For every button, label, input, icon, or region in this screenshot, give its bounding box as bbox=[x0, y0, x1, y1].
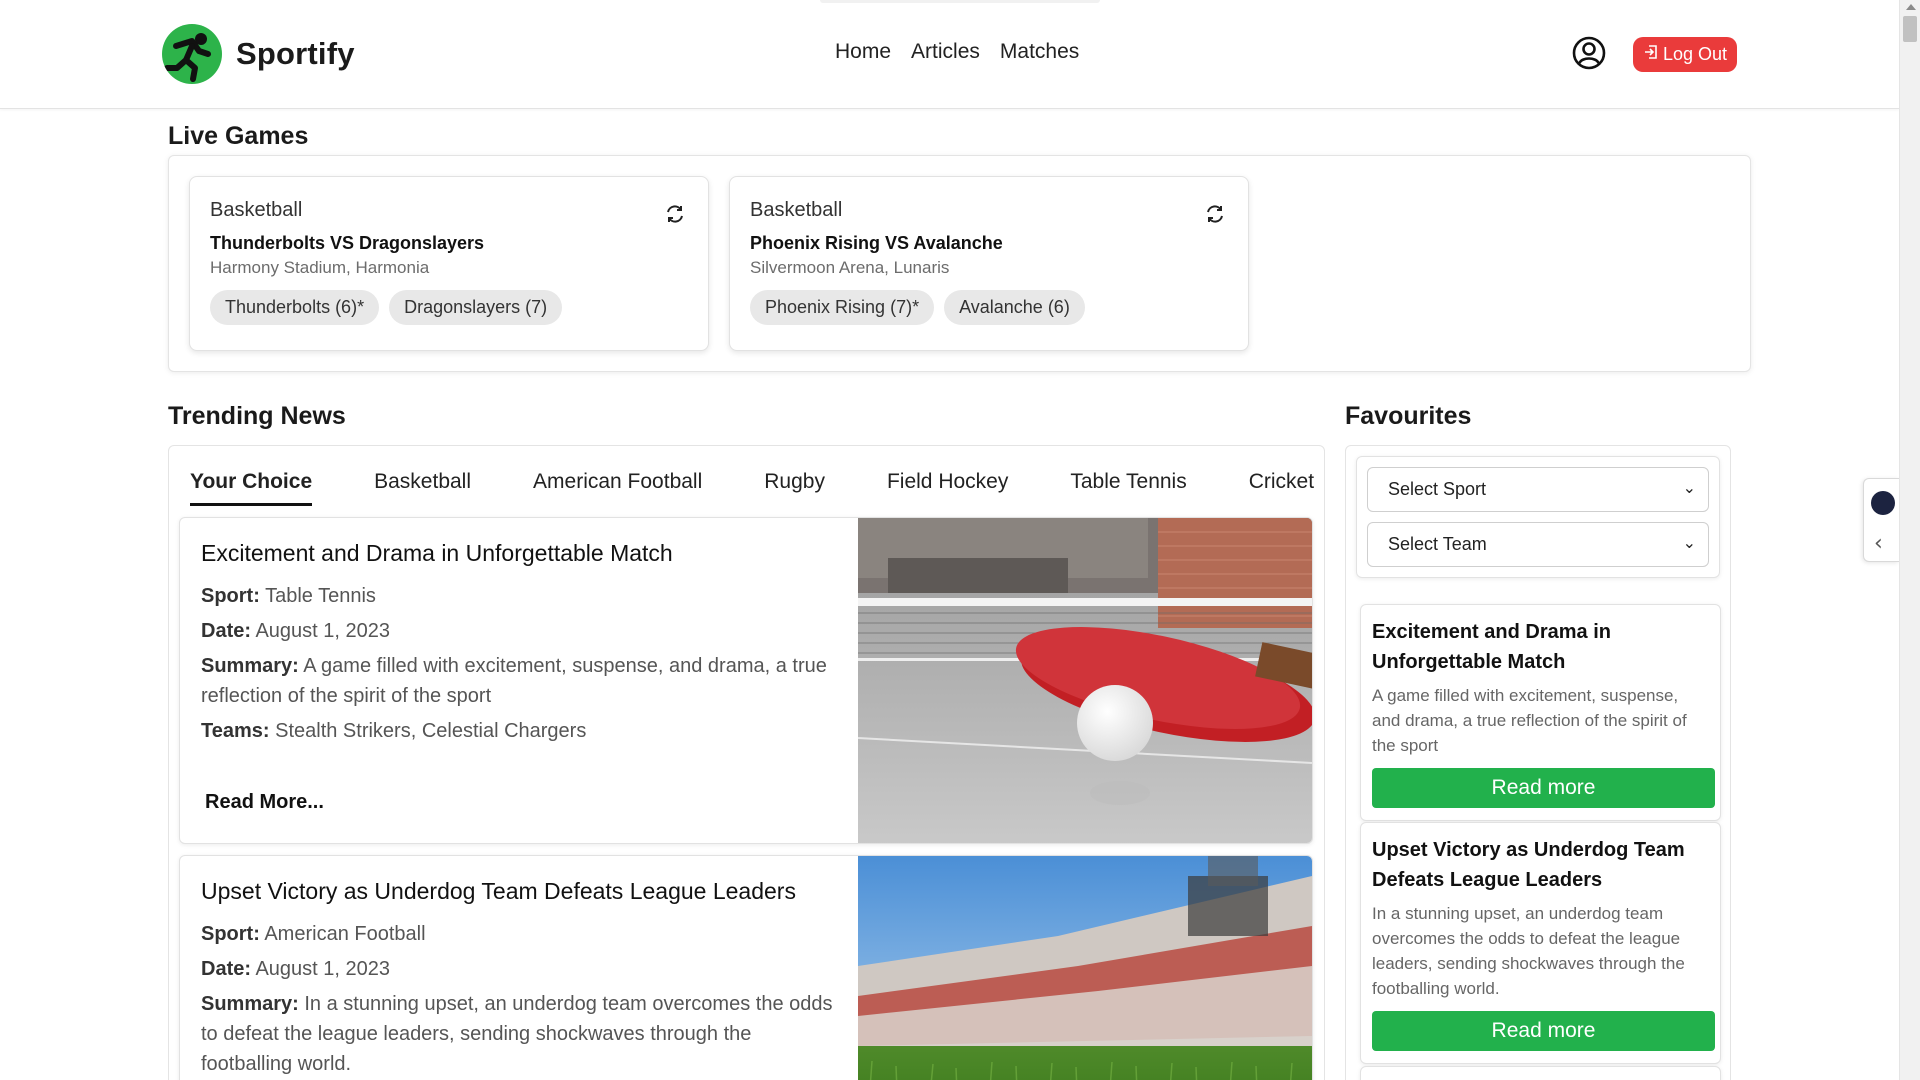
side-panel-toggle[interactable]: ‹ bbox=[1863, 478, 1899, 562]
game-venue: Harmony Stadium, Harmonia bbox=[210, 258, 430, 277]
select-team-value: Select Team bbox=[1388, 534, 1487, 554]
sport-tabs: Your Choice Basketball American Football… bbox=[190, 470, 1314, 506]
teams-value: Stealth Strikers, Celestial Chargers bbox=[275, 720, 587, 742]
tab-american-football[interactable]: American Football bbox=[533, 470, 702, 506]
favourite-title: Excitement and Drama in Unforgettable Ma… bbox=[1372, 621, 1611, 673]
top-pill bbox=[820, 0, 1100, 3]
runner-logo-icon bbox=[162, 24, 222, 84]
trending-news-panel: Your Choice Basketball American Football… bbox=[168, 445, 1325, 1080]
news-article-card: Excitement and Drama in Unforgettable Ma… bbox=[179, 517, 1313, 844]
game-sport: Basketball bbox=[750, 199, 843, 221]
tab-table-tennis[interactable]: Table Tennis bbox=[1070, 470, 1186, 506]
article-teams: Teams: Stealth Strikers, Celestial Charg… bbox=[201, 716, 839, 746]
read-more-button[interactable]: Read more bbox=[1372, 768, 1715, 808]
article-title: Upset Victory as Underdog Team Defeats L… bbox=[201, 878, 796, 904]
scroll-up-arrow-icon[interactable] bbox=[1906, 4, 1916, 10]
main-nav: Home Articles Matches bbox=[835, 40, 1079, 64]
game-venue: Silvermoon Arena, Lunaris bbox=[750, 258, 950, 277]
favourites-filters: Select Sport ⌄ Select Team ⌄ bbox=[1356, 456, 1720, 578]
navbar: Sportify Home Articles Matches Log Out bbox=[0, 0, 1899, 109]
article-image bbox=[858, 856, 1312, 1080]
sport-value: Table Tennis bbox=[265, 585, 376, 607]
read-more-button[interactable]: Read more bbox=[1372, 1011, 1715, 1051]
chevron-down-icon: ⌄ bbox=[1682, 533, 1696, 552]
logout-label: Log Out bbox=[1663, 44, 1728, 64]
article-sport: Sport: Table Tennis bbox=[201, 581, 839, 611]
article-image bbox=[858, 518, 1312, 843]
select-sport-dropdown[interactable]: Select Sport ⌄ bbox=[1367, 467, 1709, 512]
summary-label: Summary: bbox=[201, 993, 299, 1015]
tab-field-hockey[interactable]: Field Hockey bbox=[887, 470, 1008, 506]
date-label: Date: bbox=[201, 620, 252, 642]
date-value: August 1, 2023 bbox=[255, 620, 391, 642]
nav-articles-link[interactable]: Articles bbox=[911, 40, 980, 64]
favourite-news-card: Excitement and Drama in Unforgettable Ma… bbox=[1360, 604, 1721, 821]
sport-label: Sport: bbox=[201, 923, 260, 945]
team-score-chip: Phoenix Rising (7)* bbox=[750, 290, 935, 325]
chevron-left-icon: ‹ bbox=[1874, 531, 1883, 556]
favourite-news-card bbox=[1360, 1066, 1721, 1080]
article-summary: Summary: In a stunning upset, an underdo… bbox=[201, 989, 839, 1079]
logout-icon bbox=[1643, 44, 1659, 65]
news-article-card: Upset Victory as Underdog Team Defeats L… bbox=[179, 855, 1313, 1080]
tab-your-choice[interactable]: Your Choice bbox=[190, 470, 313, 506]
team-score-chip: Dragonslayers (7) bbox=[389, 290, 563, 325]
assistant-icon bbox=[1871, 491, 1895, 515]
user-circle-icon[interactable] bbox=[1572, 36, 1606, 70]
team-score-chip: Thunderbolts (6)* bbox=[210, 290, 380, 325]
article-date: Date: August 1, 2023 bbox=[201, 954, 839, 984]
tab-cricket[interactable]: Cricket bbox=[1249, 470, 1314, 506]
live-games-panel: Basketball Thunderbolts VS Dragonslayers… bbox=[168, 155, 1751, 372]
live-games-title: Live Games bbox=[168, 122, 309, 150]
nav-home-link[interactable]: Home bbox=[835, 40, 891, 64]
team-score-chip: Avalanche (6) bbox=[944, 290, 1085, 325]
scroll-thumb[interactable] bbox=[1903, 16, 1917, 42]
brand[interactable]: Sportify bbox=[162, 24, 355, 84]
sport-label: Sport: bbox=[201, 585, 260, 607]
favourite-summary: In a stunning upset, an underdog team ov… bbox=[1372, 904, 1685, 998]
read-more-link[interactable]: Read More... bbox=[205, 791, 324, 814]
game-sport: Basketball bbox=[210, 199, 303, 221]
favourite-title: Upset Victory as Underdog Team Defeats L… bbox=[1372, 839, 1685, 891]
favourite-news-card: Upset Victory as Underdog Team Defeats L… bbox=[1360, 822, 1721, 1064]
favourite-summary: A game filled with excitement, suspense,… bbox=[1372, 686, 1687, 755]
tab-basketball[interactable]: Basketball bbox=[374, 470, 471, 506]
select-team-dropdown[interactable]: Select Team ⌄ bbox=[1367, 522, 1709, 567]
chevron-down-icon: ⌄ bbox=[1682, 478, 1696, 497]
game-matchup: Phoenix Rising VS Avalanche bbox=[750, 233, 1003, 253]
nav-matches-link[interactable]: Matches bbox=[1000, 40, 1079, 64]
article-date: Date: August 1, 2023 bbox=[201, 616, 839, 646]
article-sport: Sport: American Football bbox=[201, 919, 839, 949]
refresh-icon[interactable] bbox=[664, 203, 686, 225]
page-scrollbar[interactable] bbox=[1899, 0, 1920, 1080]
sport-value: American Football bbox=[264, 923, 426, 945]
refresh-icon[interactable] bbox=[1204, 203, 1226, 225]
live-game-card[interactable]: Basketball Phoenix Rising VS Avalanche S… bbox=[729, 176, 1249, 351]
article-summary: Summary: A game filled with excitement, … bbox=[201, 651, 839, 711]
tab-rugby[interactable]: Rugby bbox=[764, 470, 825, 506]
favourites-panel: Select Sport ⌄ Select Team ⌄ Excitement … bbox=[1345, 445, 1731, 1080]
logout-button[interactable]: Log Out bbox=[1633, 37, 1738, 72]
summary-label: Summary: bbox=[201, 655, 299, 677]
date-value: August 1, 2023 bbox=[255, 958, 391, 980]
article-title: Excitement and Drama in Unforgettable Ma… bbox=[201, 540, 673, 566]
teams-label: Teams: bbox=[201, 720, 270, 742]
brand-name: Sportify bbox=[236, 36, 355, 71]
game-matchup: Thunderbolts VS Dragonslayers bbox=[210, 233, 485, 253]
favourites-title: Favourites bbox=[1345, 402, 1472, 430]
select-sport-value: Select Sport bbox=[1388, 479, 1487, 499]
date-label: Date: bbox=[201, 958, 252, 980]
live-game-card[interactable]: Basketball Thunderbolts VS Dragonslayers… bbox=[189, 176, 709, 351]
trending-news-title: Trending News bbox=[168, 402, 346, 430]
